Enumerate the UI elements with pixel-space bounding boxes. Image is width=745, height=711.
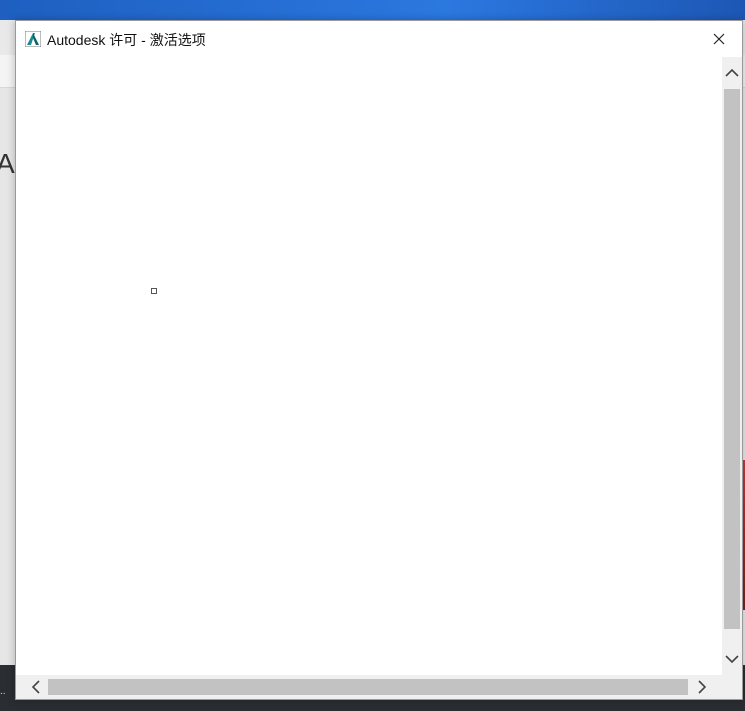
vertical-scroll-thumb[interactable] (724, 89, 740, 629)
chevron-right-icon (698, 680, 707, 694)
title-bar[interactable]: Autodesk 许可 - 激活选项 (16, 21, 742, 57)
autodesk-a-icon (24, 30, 42, 48)
desktop-background (0, 0, 745, 20)
horizontal-scrollbar[interactable] (16, 675, 722, 699)
scroll-up-button[interactable] (722, 59, 742, 87)
close-button[interactable] (696, 21, 742, 57)
scroll-down-button[interactable] (722, 645, 742, 673)
chevron-up-icon (725, 68, 739, 77)
license-dialog: Autodesk 许可 - 激活选项 (15, 20, 743, 700)
close-icon (713, 33, 725, 45)
chevron-down-icon (725, 655, 739, 664)
horizontal-scroll-thumb[interactable] (48, 679, 688, 695)
placeholder-image (151, 288, 157, 294)
scroll-right-button[interactable] (688, 675, 716, 699)
background-partial-text: A (0, 148, 15, 179)
vertical-scrollbar[interactable] (722, 57, 742, 675)
taskbar-text: .. (0, 686, 6, 697)
window-title: Autodesk 许可 - 激活选项 (47, 32, 206, 48)
scrollbar-corner (722, 675, 742, 699)
dialog-content (16, 57, 722, 675)
scroll-left-button[interactable] (22, 675, 50, 699)
chevron-left-icon (31, 680, 40, 694)
